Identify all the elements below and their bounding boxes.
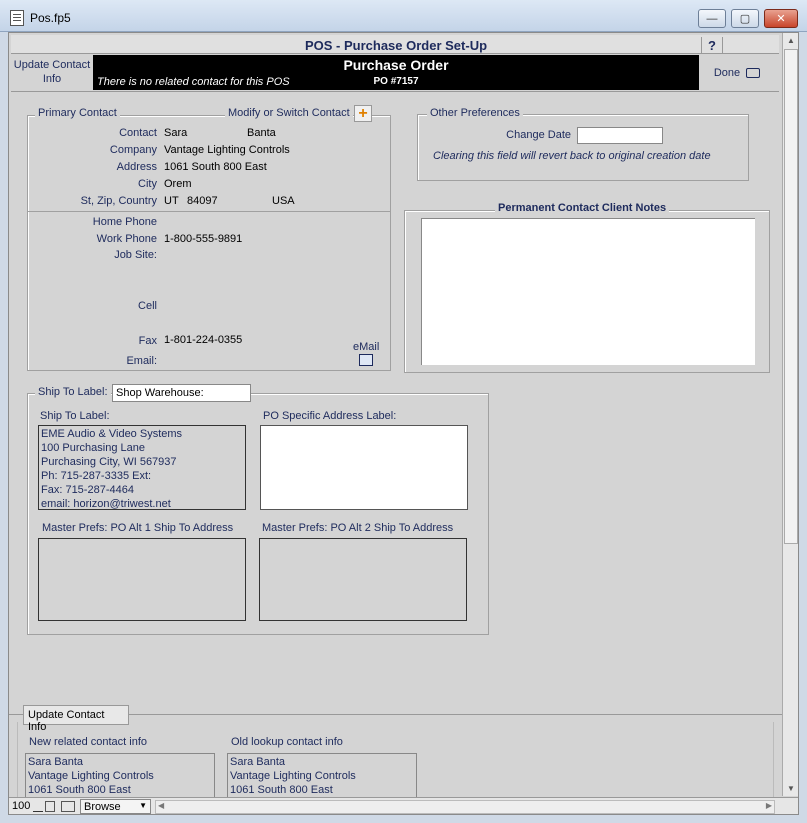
- city-value[interactable]: Orem: [164, 178, 192, 190]
- window-title: Pos.fp5: [30, 11, 71, 25]
- minimize-button[interactable]: —: [698, 9, 726, 28]
- zoom-level[interactable]: 100: [12, 800, 30, 812]
- chevron-down-icon: ▼: [139, 801, 147, 810]
- po-specific-address-title: PO Specific Address Label:: [263, 410, 397, 422]
- client-notes-field[interactable]: [421, 218, 755, 365]
- ship-to-title: Ship To Label:: [35, 386, 111, 398]
- address-value[interactable]: 1061 South 800 East: [164, 161, 267, 173]
- st-zip-country-label: St, Zip, Country: [80, 195, 157, 207]
- cell-label: Cell: [138, 300, 157, 312]
- email-button-label: eMail: [353, 341, 380, 353]
- address-line: Ph: 715-287-3335 Ext:: [41, 470, 152, 482]
- alt1-address-title: Master Prefs: PO Alt 1 Ship To Address: [42, 522, 234, 534]
- new-contact-box[interactable]: Sara Banta Vantage Lighting Controls 106…: [25, 753, 215, 803]
- zip-value[interactable]: 84097: [187, 195, 218, 207]
- country-value[interactable]: USA: [272, 195, 295, 207]
- mode-value: Browse: [84, 801, 121, 813]
- alt2-address-title: Master Prefs: PO Alt 2 Ship To Address: [262, 522, 454, 534]
- address-line: EME Audio & Video Systems: [41, 428, 183, 440]
- scroll-thumb[interactable]: [784, 49, 798, 544]
- update-contact-info-button[interactable]: Update Contact Info: [13, 58, 91, 88]
- city-label: City: [138, 178, 157, 190]
- address-line: 1061 South 800 East: [28, 784, 131, 796]
- maximize-icon: ▢: [739, 13, 751, 25]
- address-line: Fax: 715-287-4464: [41, 484, 134, 496]
- mode-select[interactable]: Browse ▼: [80, 799, 151, 814]
- change-date-field[interactable]: [577, 127, 663, 144]
- divider: [27, 211, 391, 212]
- divider: [11, 91, 779, 92]
- status-bar: 100 Browse ▼ ◀ ▶: [9, 797, 798, 814]
- modify-contact-label: Modify or Switch Contact: [225, 107, 353, 119]
- po-specific-address-field[interactable]: [260, 425, 468, 510]
- ship-to-label-box[interactable]: EME Audio & Video Systems 100 Purchasing…: [38, 425, 246, 510]
- client-notes-title: Permanent Contact Client Notes: [495, 202, 670, 214]
- contact-first-name[interactable]: Sara: [164, 127, 187, 139]
- alt1-address-box[interactable]: [38, 538, 246, 621]
- ship-to-label-title: Ship To Label:: [40, 410, 110, 422]
- scroll-left-icon[interactable]: ◀: [158, 801, 164, 810]
- fax-label: Fax: [138, 335, 157, 347]
- po-title: Purchase Order: [343, 57, 449, 73]
- company-value[interactable]: Vantage Lighting Controls: [164, 144, 290, 156]
- address-line: Sara Banta: [230, 756, 286, 768]
- new-contact-title: New related contact info: [29, 736, 148, 748]
- email-label: Email:: [126, 355, 157, 367]
- done-button[interactable]: Done: [697, 55, 777, 90]
- primary-contact-title: Primary Contact: [35, 107, 120, 119]
- ship-to-select[interactable]: Shop Warehouse:: [112, 384, 251, 402]
- scroll-up-icon[interactable]: ▲: [783, 33, 798, 48]
- state-value[interactable]: UT: [164, 195, 179, 207]
- po-number: PO #7157: [373, 76, 419, 87]
- address-label: Address: [116, 161, 157, 173]
- close-icon: ✕: [776, 13, 786, 25]
- page-title: POS - Purchase Order Set-Up: [304, 38, 488, 53]
- document-icon: [10, 10, 24, 26]
- add-contact-button[interactable]: [354, 105, 372, 122]
- return-icon: [746, 67, 761, 78]
- done-label: Done: [713, 66, 741, 79]
- home-phone-label: Home Phone: [92, 216, 157, 228]
- work-phone-value[interactable]: 1-800-555-9891: [164, 233, 242, 245]
- help-button[interactable]: ?: [701, 37, 723, 54]
- close-button[interactable]: ✕: [764, 9, 798, 28]
- scroll-right-icon[interactable]: ▶: [766, 801, 772, 810]
- minimize-icon: —: [706, 12, 718, 25]
- old-contact-box[interactable]: Sara Banta Vantage Lighting Controls 106…: [227, 753, 417, 803]
- fax-value[interactable]: 1-801-224-0355: [164, 334, 242, 346]
- po-banner: Purchase Order There is no related conta…: [93, 55, 699, 90]
- other-preferences-group: [417, 114, 749, 181]
- zoom-in-icon[interactable]: [45, 801, 55, 812]
- address-line: email: horizon@triwest.net: [41, 498, 171, 510]
- other-preferences-title: Other Preferences: [427, 107, 523, 119]
- header-bar: POS - Purchase Order Set-Up ?: [11, 35, 779, 54]
- address-line: Vantage Lighting Controls: [230, 770, 356, 782]
- address-line: 100 Purchasing Lane: [41, 442, 145, 454]
- job-site-label: Job Site:: [114, 249, 157, 261]
- contact-label: Contact: [119, 127, 157, 139]
- window-titlebar: Pos.fp5 — ▢ ✕: [0, 0, 807, 32]
- vertical-scrollbar[interactable]: ▲ ▼: [782, 33, 798, 796]
- send-email-icon[interactable]: [359, 354, 373, 366]
- zoom-out-icon[interactable]: [33, 802, 43, 812]
- contact-last-name[interactable]: Banta: [247, 127, 276, 139]
- status-area-icon[interactable]: [61, 801, 75, 812]
- address-line: Purchasing City, WI 567937: [41, 456, 177, 468]
- address-line: Vantage Lighting Controls: [28, 770, 154, 782]
- change-date-label: Change Date: [506, 129, 571, 141]
- client-area: POS - Purchase Order Set-Up ? Update Con…: [8, 32, 799, 815]
- address-line: Sara Banta: [28, 756, 84, 768]
- old-contact-title: Old lookup contact info: [231, 736, 343, 748]
- change-date-note: Clearing this field will revert back to …: [433, 150, 711, 162]
- scroll-down-icon[interactable]: ▼: [783, 781, 798, 796]
- maximize-button[interactable]: ▢: [731, 9, 759, 28]
- horizontal-scrollbar[interactable]: ◀ ▶: [155, 800, 775, 814]
- alt2-address-box[interactable]: [259, 538, 467, 621]
- work-phone-label: Work Phone: [96, 233, 157, 245]
- company-label: Company: [109, 144, 157, 156]
- address-line: 1061 South 800 East: [230, 784, 333, 796]
